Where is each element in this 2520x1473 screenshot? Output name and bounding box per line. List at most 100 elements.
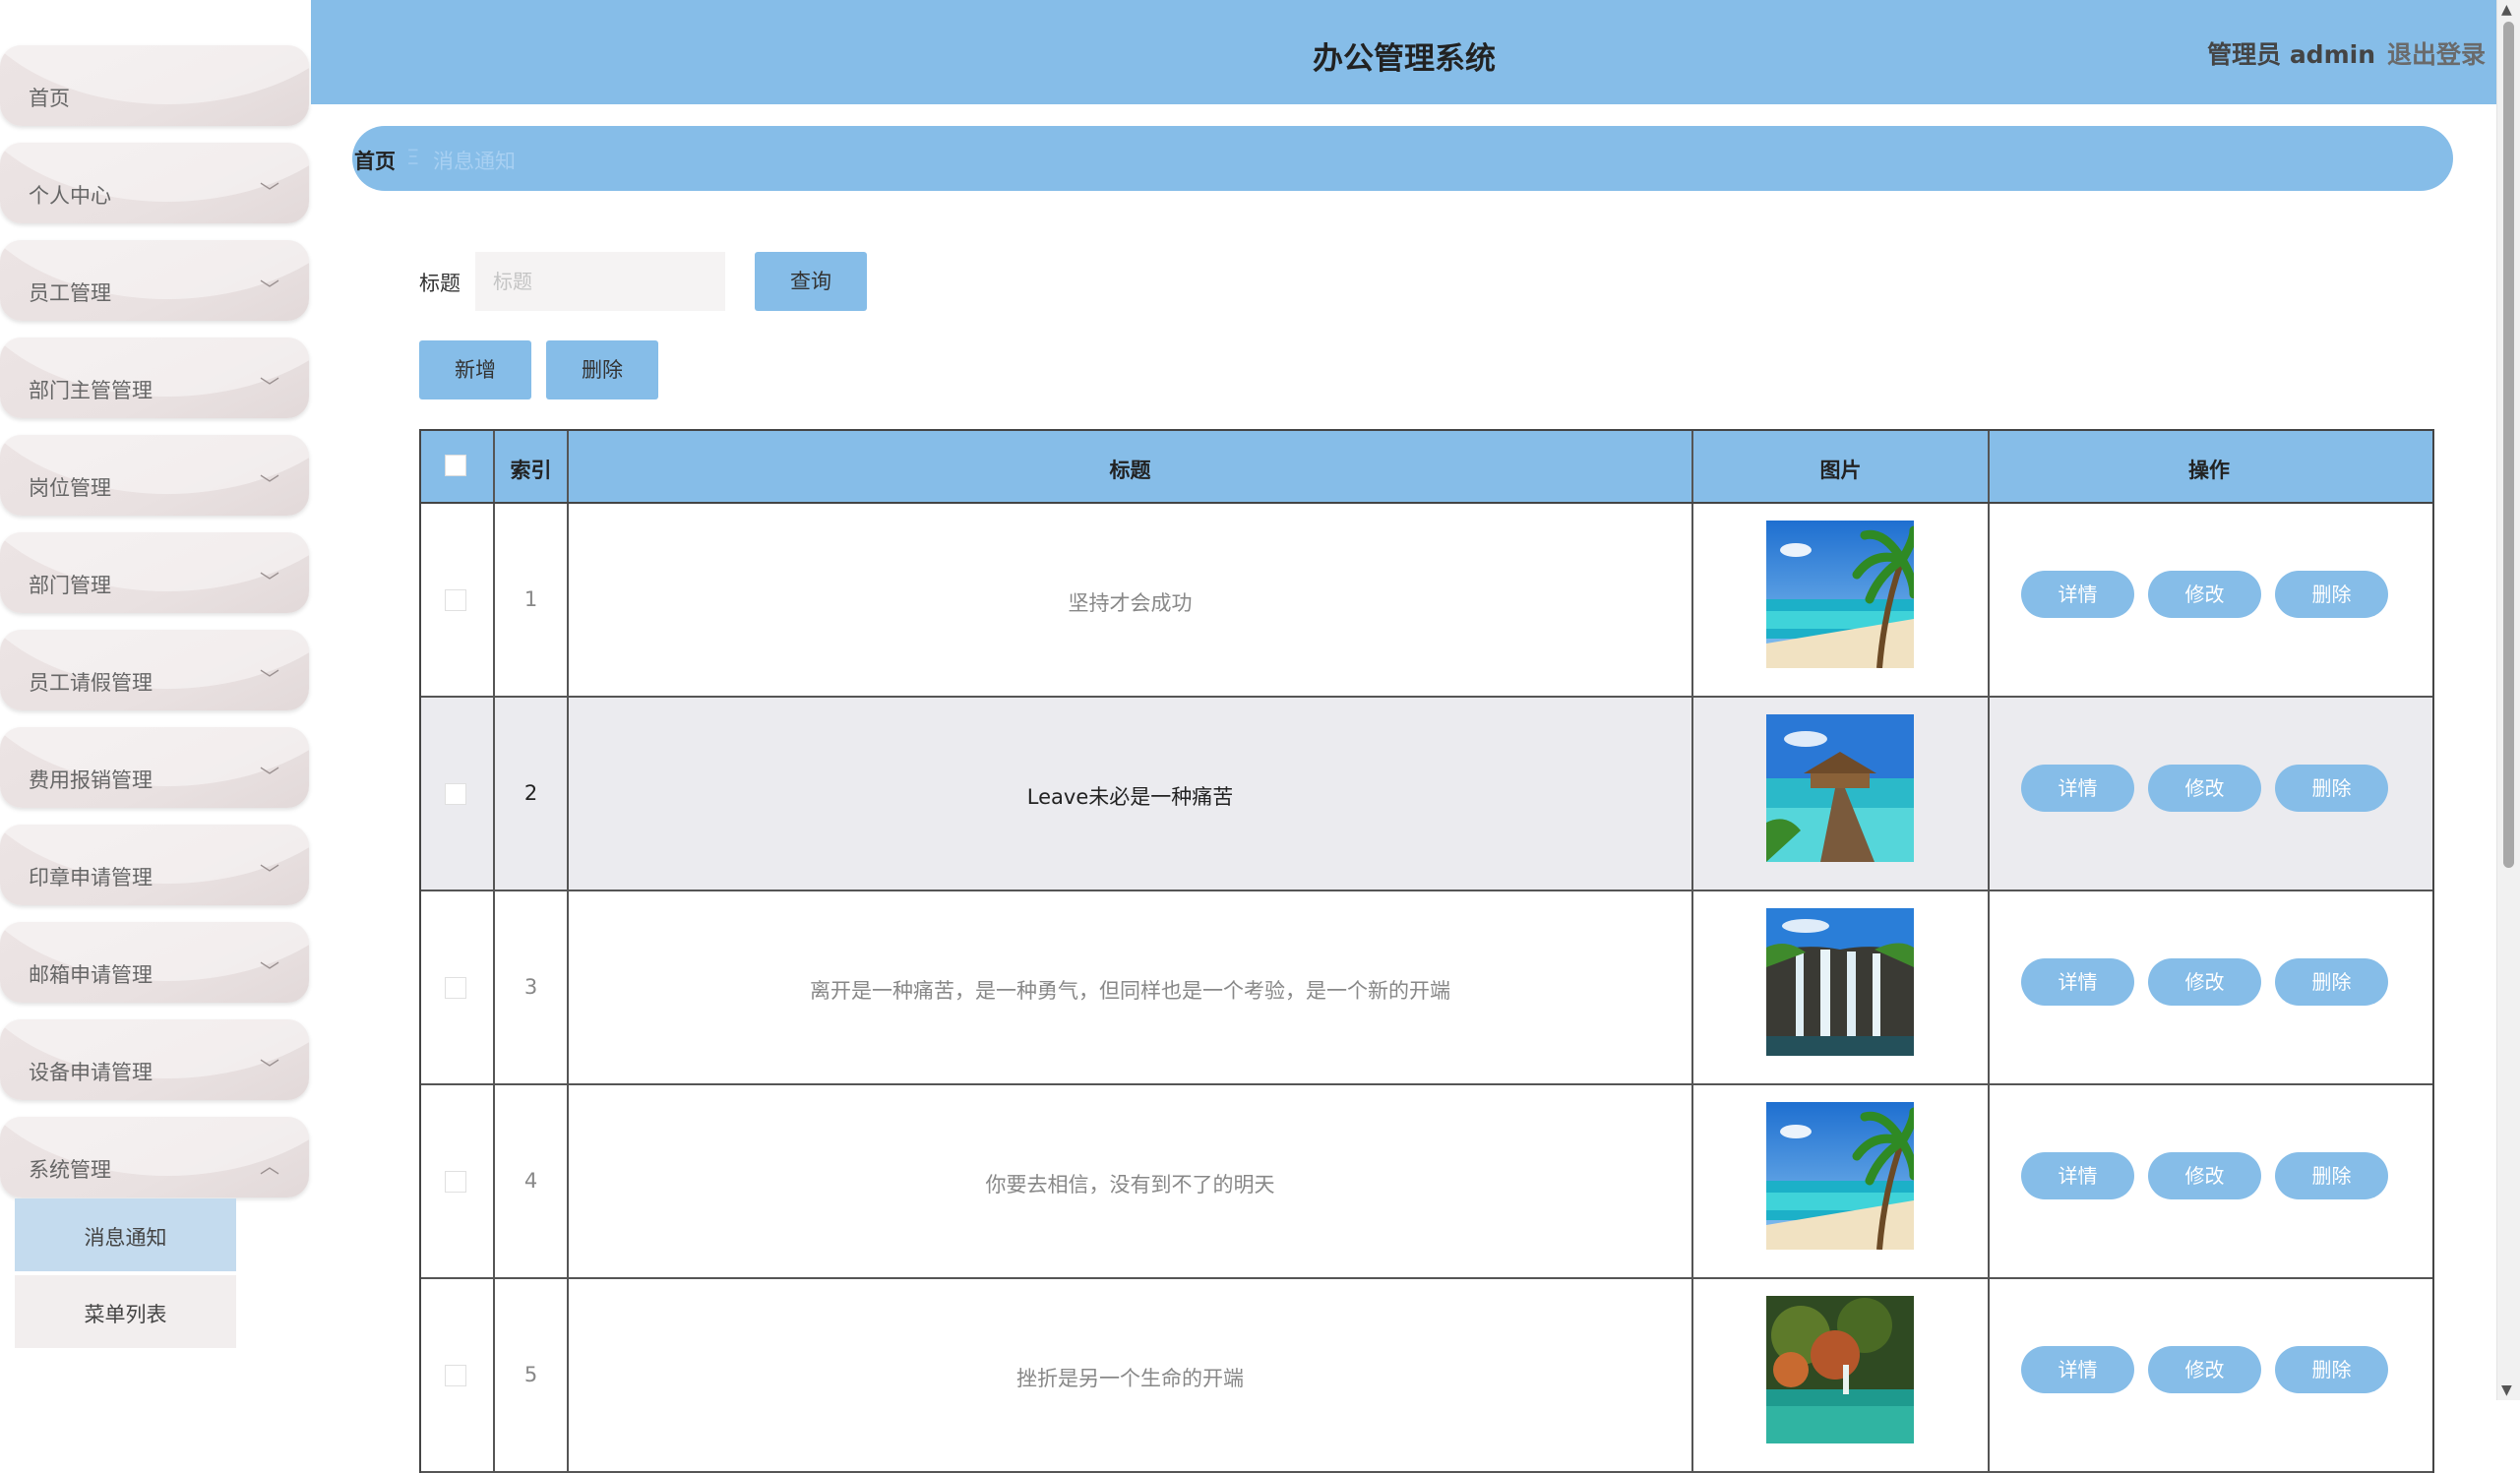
detail-button[interactable]: 详情 xyxy=(2021,571,2134,618)
chevron-icon: ﹀ xyxy=(260,277,279,301)
sidebar-item-label: 费用报销管理 xyxy=(29,768,153,792)
breadcrumb-home[interactable]: 首页 xyxy=(354,146,396,175)
row-image-cell xyxy=(1693,1279,1990,1471)
row-title-cell: 你要去相信，没有到不了的明天 xyxy=(569,1085,1693,1277)
sidebar-item-3[interactable]: 部门主管管理 ﹀ xyxy=(0,338,309,418)
table-header: 索引 标题 图片 操作 xyxy=(421,431,2432,504)
detail-button[interactable]: 详情 xyxy=(2021,958,2134,1006)
row-thumbnail-image[interactable] xyxy=(1766,908,1914,1056)
sidebar-item-5[interactable]: 部门管理 ﹀ xyxy=(0,532,309,613)
row-checkbox[interactable] xyxy=(445,977,466,999)
sidebar-item-1[interactable]: 个人中心 ﹀ xyxy=(0,143,309,223)
sidebar-item-10[interactable]: 设备申请管理 ﹀ xyxy=(0,1019,309,1100)
row-thumbnail-image[interactable] xyxy=(1766,521,1919,669)
row-thumbnail-image[interactable] xyxy=(1766,714,1914,862)
sidebar-item-label: 部门管理 xyxy=(29,574,111,597)
sidebar-item-label: 部门主管管理 xyxy=(29,379,153,402)
edit-button[interactable]: 修改 xyxy=(2148,1152,2261,1199)
row-thumbnail-image[interactable] xyxy=(1766,1296,1914,1443)
table-body: 1 坚持才会成功 详情 修改 删除 2 Leave未必是一种痛苦 详情 修改 删除 3 离开是一种痛苦… xyxy=(421,504,2432,1473)
sidebar-item-label: 首页 xyxy=(29,87,70,110)
row-index-cell: 4 xyxy=(495,1085,569,1277)
row-index-cell: 3 xyxy=(495,891,569,1083)
sidebar-item-11[interactable]: 系统管理 ︿ xyxy=(0,1117,309,1197)
header-ops: 操作 xyxy=(2188,459,2230,482)
detail-button[interactable]: 详情 xyxy=(2021,1346,2134,1393)
row-index: 2 xyxy=(523,781,538,805)
row-title-cell: 离开是一种痛苦，是一种勇气，但同样也是一个考验，是一个新的开端 xyxy=(569,891,1693,1083)
row-delete-button[interactable]: 删除 xyxy=(2275,571,2388,618)
user-label: 管理员 admin xyxy=(2207,40,2375,69)
top-header: 办公管理系统 管理员 admin 退出登录 xyxy=(311,0,2497,104)
row-image-cell xyxy=(1693,698,1990,890)
row-checkbox[interactable] xyxy=(445,1365,466,1386)
header-image: 图片 xyxy=(1819,459,1862,482)
sidebar-item-7[interactable]: 费用报销管理 ﹀ xyxy=(0,727,309,808)
table-row: 3 离开是一种痛苦，是一种勇气，但同样也是一个考验，是一个新的开端 详情 修改 删除 xyxy=(421,891,2432,1085)
row-ops-cell: 详情 修改 删除 xyxy=(1990,698,2428,890)
row-select-cell xyxy=(421,1279,495,1471)
search-title-input[interactable] xyxy=(475,252,725,311)
chevron-icon: ﹀ xyxy=(260,472,279,496)
header-ops-cell: 操作 xyxy=(1990,431,2428,502)
row-image-cell xyxy=(1693,891,1990,1083)
chevron-icon: ︿ xyxy=(260,1154,279,1178)
row-index: 4 xyxy=(523,1169,538,1193)
page-scrollbar[interactable]: ▲ ▼ xyxy=(2496,0,2520,1400)
row-delete-button[interactable]: 删除 xyxy=(2275,1346,2388,1393)
scrollbar-thumb[interactable] xyxy=(2503,22,2514,868)
row-index: 5 xyxy=(523,1363,538,1386)
row-title: 离开是一种痛苦，是一种勇气，但同样也是一个考验，是一个新的开端 xyxy=(810,979,1450,1003)
submenu-item-label: 消息通知 xyxy=(84,1226,167,1250)
edit-button[interactable]: 修改 xyxy=(2148,571,2261,618)
detail-button[interactable]: 详情 xyxy=(2021,765,2134,812)
row-delete-button[interactable]: 删除 xyxy=(2275,958,2388,1006)
sidebar-item-0[interactable]: 首页 xyxy=(0,45,309,126)
row-index: 3 xyxy=(523,975,538,999)
breadcrumb-separator-icon: Ξ xyxy=(406,146,420,169)
scroll-down-icon[interactable]: ▼ xyxy=(2501,1382,2512,1398)
row-title: 你要去相信，没有到不了的明天 xyxy=(985,1173,1275,1197)
row-delete-button[interactable]: 删除 xyxy=(2275,1152,2388,1199)
query-button[interactable]: 查询 xyxy=(755,252,867,311)
sidebar-item-label: 个人中心 xyxy=(29,184,111,208)
row-delete-button[interactable]: 删除 xyxy=(2275,765,2388,812)
edit-button[interactable]: 修改 xyxy=(2148,958,2261,1006)
logout-link[interactable]: 退出登录 xyxy=(2387,35,2486,71)
row-checkbox[interactable] xyxy=(445,589,466,611)
row-thumbnail-image[interactable] xyxy=(1766,1102,1919,1251)
submenu-item-label: 菜单列表 xyxy=(84,1303,167,1326)
edit-button[interactable]: 修改 xyxy=(2148,1346,2261,1393)
sidebar-item-4[interactable]: 岗位管理 ﹀ xyxy=(0,435,309,516)
notice-table: 索引 标题 图片 操作 1 坚持才会成功 详情 修改 删除 2 Leave未必是一种痛苦 详情… xyxy=(419,429,2434,1473)
row-ops-cell: 详情 修改 删除 xyxy=(1990,891,2428,1083)
chevron-icon: ﹀ xyxy=(260,862,279,886)
row-ops-cell: 详情 修改 删除 xyxy=(1990,1279,2428,1471)
sidebar-item-9[interactable]: 邮箱申请管理 ﹀ xyxy=(0,922,309,1003)
sidebar-item-label: 员工管理 xyxy=(29,281,111,305)
row-title: Leave未必是一种痛苦 xyxy=(1026,785,1234,809)
submenu-item-0[interactable]: 消息通知 xyxy=(15,1198,236,1271)
sidebar-item-6[interactable]: 员工请假管理 ﹀ xyxy=(0,630,309,710)
row-ops-cell: 详情 修改 删除 xyxy=(1990,1085,2428,1277)
row-image-cell xyxy=(1693,504,1990,696)
edit-button[interactable]: 修改 xyxy=(2148,765,2261,812)
sidebar-item-8[interactable]: 印章申请管理 ﹀ xyxy=(0,825,309,905)
table-row: 2 Leave未必是一种痛苦 详情 修改 删除 xyxy=(421,698,2432,891)
scroll-up-icon[interactable]: ▲ xyxy=(2501,2,2512,18)
search-title-label: 标题 xyxy=(419,272,461,295)
row-checkbox[interactable] xyxy=(445,1171,466,1193)
select-all-checkbox[interactable] xyxy=(445,455,466,476)
sidebar-item-2[interactable]: 员工管理 ﹀ xyxy=(0,240,309,321)
detail-button[interactable]: 详情 xyxy=(2021,1152,2134,1199)
row-select-cell xyxy=(421,1085,495,1277)
submenu-item-1[interactable]: 菜单列表 xyxy=(15,1275,236,1348)
row-checkbox[interactable] xyxy=(445,783,466,805)
add-button[interactable]: 新增 xyxy=(419,340,531,399)
header-image-cell: 图片 xyxy=(1693,431,1990,502)
row-select-cell xyxy=(421,891,495,1083)
bulk-delete-button[interactable]: 删除 xyxy=(546,340,658,399)
row-index: 1 xyxy=(523,587,538,611)
sidebar-item-label: 岗位管理 xyxy=(29,476,111,500)
row-title-cell: 坚持才会成功 xyxy=(569,504,1693,696)
